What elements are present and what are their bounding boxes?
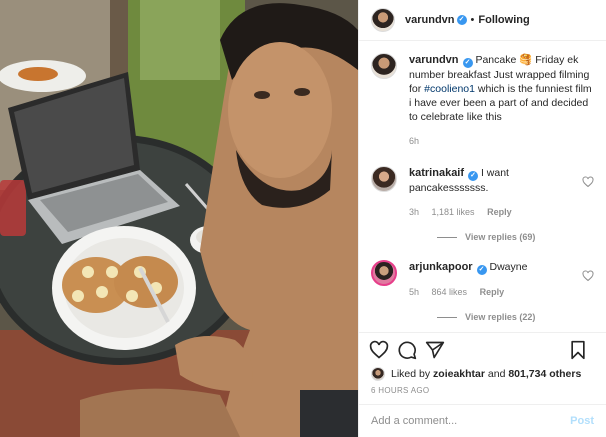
- comment-like-heart-icon[interactable]: [582, 176, 594, 188]
- caption-username[interactable]: varundvn: [409, 54, 459, 66]
- add-comment-bar: Post: [359, 404, 606, 437]
- post-image[interactable]: [0, 0, 358, 437]
- author-avatar[interactable]: [371, 8, 395, 32]
- caption-meta: 6h: [409, 134, 594, 148]
- bookmark-icon[interactable]: [568, 340, 588, 360]
- header-separator: •: [470, 14, 475, 26]
- heart-icon[interactable]: [369, 340, 389, 360]
- likes-others-link[interactable]: 801,734 others: [508, 368, 581, 380]
- post-timestamp[interactable]: 6 HOURS AGO: [359, 382, 606, 404]
- commenter-avatar[interactable]: [371, 166, 397, 192]
- post-comment-button[interactable]: Post: [570, 415, 594, 427]
- comment-likes[interactable]: 1,181 likes: [432, 207, 475, 217]
- likes-middle: and: [484, 368, 509, 380]
- caption-time[interactable]: 6h: [409, 136, 419, 146]
- liker-avatar[interactable]: [371, 367, 385, 381]
- reply-button[interactable]: Reply: [480, 287, 505, 297]
- share-icon[interactable]: [425, 340, 445, 360]
- following-button[interactable]: Following: [478, 14, 529, 26]
- add-comment-input[interactable]: [371, 415, 571, 427]
- view-replies-line: [437, 236, 457, 238]
- likes-summary: Liked by zoieakhtar and 801,734 others: [359, 366, 606, 382]
- comment-username[interactable]: katrinakaif: [409, 167, 464, 179]
- post-header: varundvn ✓ • Following: [359, 0, 606, 41]
- caption-avatar[interactable]: [371, 53, 397, 79]
- caption-hashtag-link[interactable]: #coolieno1: [424, 83, 475, 95]
- comment-body: katrinakaif ✓ I want pancakesssssss. 3h 1…: [409, 166, 576, 219]
- caption-body: varundvn ✓ Pancake 🥞 Friday ek number bre…: [409, 53, 594, 148]
- header-username[interactable]: varundvn: [405, 14, 455, 26]
- comment-meta: 3h 1,181 likes Reply: [409, 205, 576, 219]
- comment-icon[interactable]: [397, 340, 417, 360]
- view-replies-button[interactable]: View replies (22): [437, 312, 594, 322]
- view-replies-label: View replies (69): [465, 232, 536, 242]
- post-photo-illustration: [0, 0, 358, 437]
- comment-time[interactable]: 3h: [409, 207, 419, 217]
- comment-likes[interactable]: 864 likes: [432, 287, 468, 297]
- comment-meta: 5h 864 likes Reply: [409, 285, 576, 299]
- comment-time[interactable]: 5h: [409, 287, 419, 297]
- verified-badge-icon: ✓: [476, 265, 487, 275]
- comments-list[interactable]: varundvn ✓ Pancake 🥞 Friday ek number bre…: [359, 41, 606, 332]
- commenter-avatar[interactable]: [371, 260, 397, 286]
- instagram-post: varundvn ✓ • Following varundvn ✓ Pancake…: [0, 0, 606, 437]
- view-replies-line: [437, 316, 457, 318]
- view-replies-button[interactable]: View replies (69): [437, 232, 594, 242]
- caption: varundvn ✓ Pancake 🥞 Friday ek number bre…: [371, 53, 594, 148]
- comment-like-heart-icon[interactable]: [582, 270, 594, 282]
- verified-badge-icon: ✓: [468, 171, 479, 181]
- likes-text: Liked by zoieakhtar and 801,734 others: [391, 368, 581, 380]
- verified-badge-icon: ✓: [456, 15, 467, 25]
- action-bar: [359, 332, 606, 366]
- comment-text: Dwayne: [489, 261, 528, 273]
- header-user-info: varundvn ✓ • Following: [405, 14, 530, 26]
- comment-item: arjunkapoor ✓ Dwayne 5h 864 likes Reply: [371, 260, 594, 299]
- reply-button[interactable]: Reply: [487, 207, 512, 217]
- comment-item: katrinakaif ✓ I want pancakesssssss. 3h 1…: [371, 166, 594, 219]
- comment-body: arjunkapoor ✓ Dwayne 5h 864 likes Reply: [409, 260, 576, 299]
- likes-prefix: Liked by: [391, 368, 434, 380]
- liker-username[interactable]: zoieakhtar: [433, 368, 485, 380]
- post-side-panel: varundvn ✓ • Following varundvn ✓ Pancake…: [358, 0, 606, 437]
- comment-username[interactable]: arjunkapoor: [409, 261, 473, 273]
- verified-badge-icon: ✓: [462, 58, 473, 68]
- view-replies-label: View replies (22): [465, 312, 536, 322]
